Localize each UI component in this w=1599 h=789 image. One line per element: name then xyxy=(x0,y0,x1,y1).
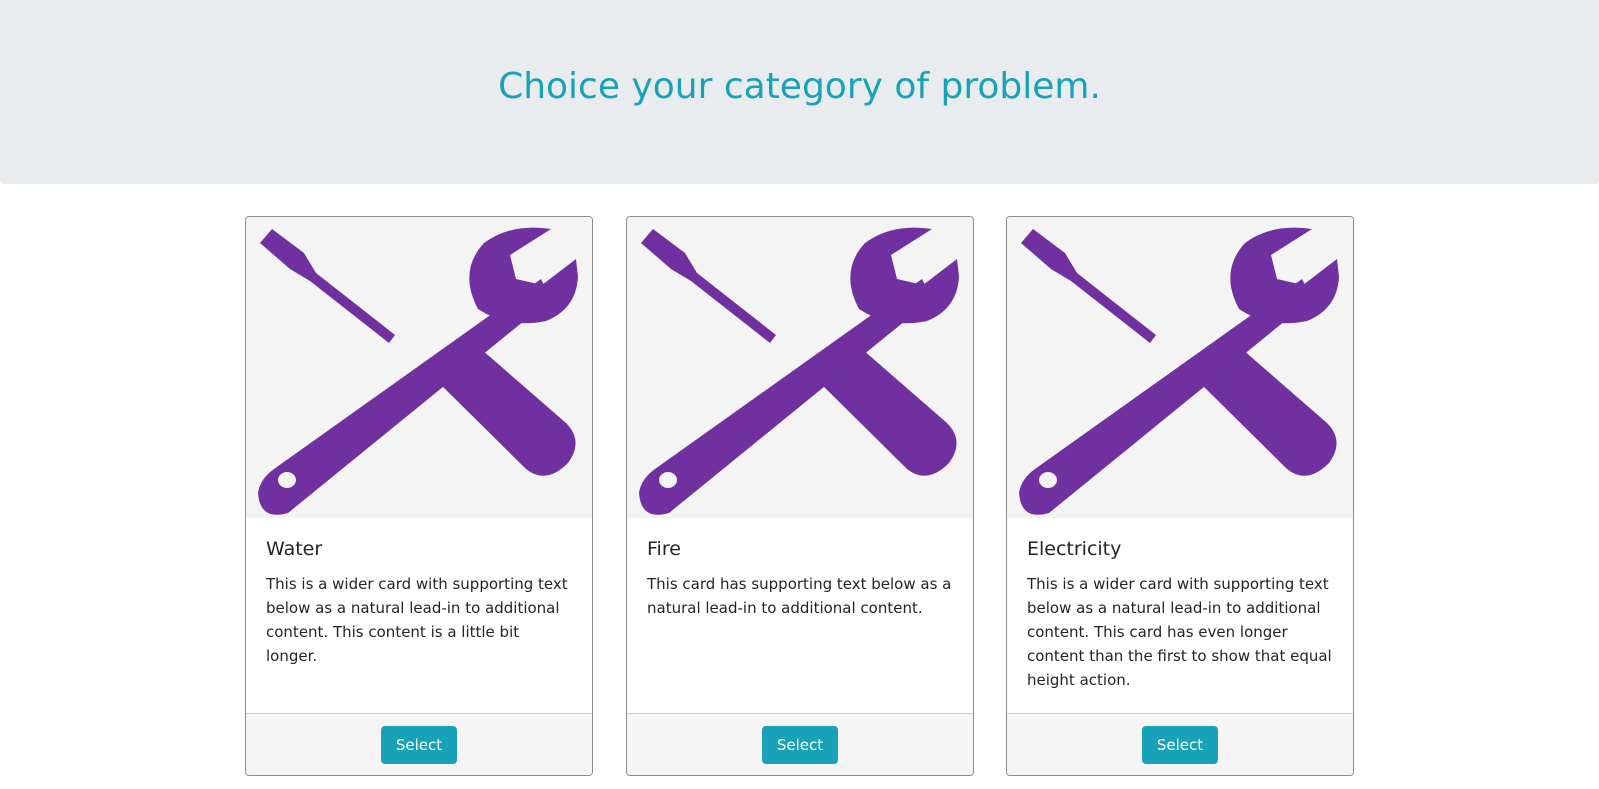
select-fire-button[interactable]: Select xyxy=(761,725,839,764)
card-electricity: Electricity This is a wider card with su… xyxy=(1006,216,1354,776)
card-title: Electricity xyxy=(1027,538,1122,560)
card-water: Water This is a wider card with supporti… xyxy=(245,216,593,776)
card-deck: Water This is a wider card with supporti… xyxy=(245,216,1355,777)
card-body: Water This is a wider card with supporti… xyxy=(246,518,592,713)
card-text: This is a wider card with supporting tex… xyxy=(1027,575,1332,689)
card-body: Fire This card has supporting text below… xyxy=(627,518,973,713)
card-text: This is a wider card with supporting tex… xyxy=(266,575,568,665)
tools-icon xyxy=(1019,227,1339,515)
card-image xyxy=(627,217,973,518)
page-title: Choice your category of problem. xyxy=(498,65,1101,107)
card-footer: Select xyxy=(627,713,973,775)
card-title: Fire xyxy=(647,538,681,560)
card-body: Electricity This is a wider card with su… xyxy=(1007,518,1353,713)
card-fire: Fire This card has supporting text below… xyxy=(626,216,974,776)
card-footer: Select xyxy=(1007,713,1353,775)
tools-icon xyxy=(639,227,959,515)
card-image xyxy=(1007,217,1353,518)
select-water-button[interactable]: Select xyxy=(380,725,458,764)
card-title: Water xyxy=(266,538,323,560)
select-electricity-button[interactable]: Select xyxy=(1141,725,1219,764)
card-image xyxy=(246,217,592,518)
card-text: This card has supporting text below as a… xyxy=(647,575,952,617)
card-footer: Select xyxy=(246,713,592,775)
jumbotron-header: Choice your category of problem. xyxy=(0,0,1599,184)
tools-icon xyxy=(258,227,578,515)
